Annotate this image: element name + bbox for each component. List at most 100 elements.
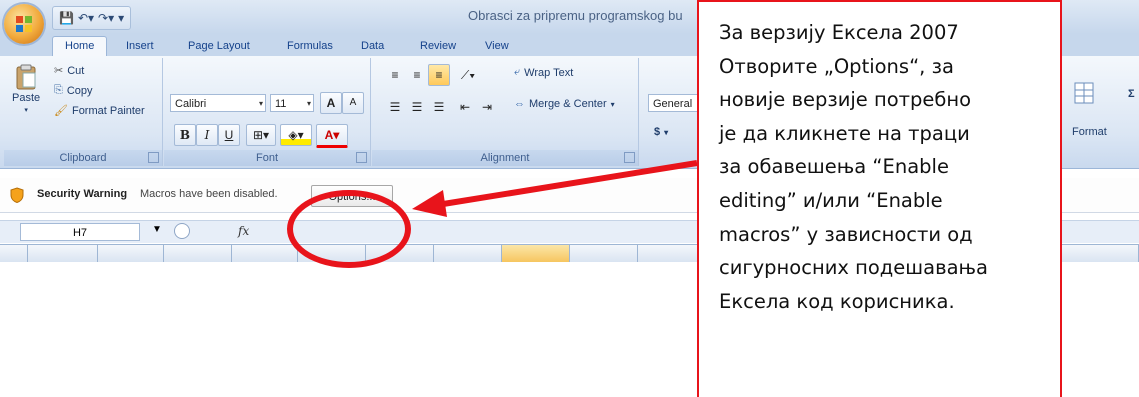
align-left-icon[interactable]: ☰ — [384, 96, 406, 118]
number-format-combo[interactable]: General — [648, 94, 704, 112]
column-header[interactable] — [164, 245, 232, 262]
cut-button[interactable]: ✂ Cut — [54, 64, 85, 78]
callout-line: За верзију Ексела 2007 — [719, 21, 959, 44]
column-header[interactable] — [28, 245, 98, 262]
underline-button[interactable]: U — [218, 124, 240, 146]
fill-color-button[interactable]: ◈▾ — [280, 124, 312, 146]
borders-button[interactable]: ⊞▾ — [246, 124, 276, 146]
format-button[interactable]: Format — [1072, 126, 1107, 138]
increase-indent-icon[interactable]: ⇥ — [476, 96, 498, 118]
font-name-value: Calibri — [175, 98, 207, 110]
currency-button[interactable]: $ ▾ — [654, 126, 668, 138]
column-header[interactable] — [434, 245, 502, 262]
format-painter-button[interactable]: 🖌 Format Painter — [54, 104, 145, 118]
merge-center-label: Merge & Center — [529, 98, 607, 110]
chevron-down-icon: ▾ — [664, 127, 669, 137]
tab-page-layout[interactable]: Page Layout — [188, 37, 250, 56]
name-box[interactable]: H7 — [20, 223, 140, 241]
security-warning-message: Macros have been disabled. — [140, 188, 278, 200]
callout-line: новије верзије потребно — [719, 88, 972, 112]
align-bottom-icon[interactable]: ≡ — [428, 64, 450, 86]
cells-group: Format Σ — [1060, 58, 1139, 166]
customize-qat-icon[interactable]: ▾ — [118, 11, 124, 25]
copy-button[interactable]: ⎘ Copy — [54, 84, 93, 97]
paste-button[interactable]: Paste ▾ — [12, 64, 40, 114]
tab-formulas[interactable]: Formulas — [287, 37, 333, 56]
merge-center-button[interactable]: ⇔ Merge & Center ▾ — [514, 98, 615, 110]
font-group-label: Font — [164, 150, 370, 166]
callout-line: сигурносних подешавања — [719, 256, 988, 280]
redo-icon[interactable]: ↷▾ — [98, 11, 114, 25]
quick-access-toolbar: 💾 ↶▾ ↷▾ ▾ — [52, 6, 132, 30]
tab-review[interactable]: Review — [420, 37, 456, 56]
shield-icon — [10, 187, 24, 203]
shrink-font-button[interactable]: A — [342, 92, 364, 114]
paste-dropdown-icon[interactable]: ▾ — [24, 106, 28, 114]
window-title: Obrasci za pripremu programskog bu — [468, 8, 683, 23]
wrap-text-label: Wrap Text — [524, 66, 574, 79]
font-size-value: 11 — [275, 98, 287, 110]
cut-label: Cut — [67, 64, 85, 77]
merge-center-icon: ⇔ — [514, 98, 525, 110]
format-painter-label: Format Painter — [71, 104, 145, 117]
insert-function-icon[interactable]: fx — [238, 224, 249, 238]
column-header-selected[interactable] — [502, 245, 570, 262]
office-logo-icon — [16, 16, 32, 32]
chevron-down-icon: ▾ — [258, 99, 263, 108]
column-header[interactable] — [570, 245, 638, 262]
security-warning-title: Security Warning — [37, 188, 128, 200]
font-group: Calibri ▾ 11 ▾ A A B I U ⊞▾ ◈▾ A▾ Font — [164, 58, 371, 166]
tab-home[interactable]: Home — [52, 36, 108, 56]
align-top-icon[interactable]: ≡ — [384, 64, 406, 86]
clipboard-launcher-icon[interactable] — [148, 152, 159, 163]
align-center-icon[interactable]: ☰ — [406, 96, 428, 118]
font-color-button[interactable]: A▾ — [316, 124, 348, 148]
column-header[interactable] — [232, 245, 298, 262]
callout-line: editing” и/или “Enable — [719, 188, 943, 212]
alignment-launcher-icon[interactable] — [624, 152, 635, 163]
format-cells-icon — [1074, 82, 1094, 104]
tab-insert[interactable]: Insert — [126, 37, 154, 56]
save-icon[interactable]: 💾 — [59, 11, 74, 25]
column-header[interactable] — [98, 245, 164, 262]
wrap-text-icon: ⤶ — [514, 66, 521, 78]
decrease-indent-icon[interactable]: ⇤ — [454, 96, 476, 118]
wrap-text-button[interactable]: ⤶ Wrap Text — [514, 66, 573, 79]
grow-font-button[interactable]: A — [320, 92, 342, 114]
undo-icon[interactable]: ↶▾ — [78, 11, 94, 25]
paint-bucket-icon: ◈▾ — [288, 128, 304, 142]
select-all-corner[interactable] — [0, 245, 28, 262]
bold-button[interactable]: B — [174, 124, 196, 146]
copy-icon: ⎘ — [54, 84, 63, 96]
borders-icon: ⊞▾ — [252, 128, 270, 142]
currency-label: $ — [654, 126, 661, 138]
clipboard-group: Paste ▾ ✂ Cut ⎘ Copy 🖌 Format Painter Cl… — [4, 58, 163, 166]
office-button[interactable] — [4, 4, 44, 44]
autosum-icon[interactable]: Σ — [1128, 88, 1135, 100]
cancel-entry-icon[interactable] — [174, 223, 190, 239]
font-launcher-icon[interactable] — [356, 152, 367, 163]
paste-icon — [16, 64, 36, 90]
tab-view[interactable]: View — [485, 37, 509, 56]
highlight-circle — [287, 190, 411, 268]
italic-button[interactable]: I — [196, 124, 218, 146]
align-middle-icon[interactable]: ≡ — [406, 64, 428, 86]
scissors-icon: ✂ — [54, 65, 64, 77]
column-header[interactable] — [1062, 245, 1139, 262]
font-name-combo[interactable]: Calibri ▾ — [170, 94, 266, 112]
callout-line: за обавешења “Enable — [719, 155, 949, 179]
chevron-down-icon[interactable]: ▼ — [152, 224, 162, 235]
callout-line: Отворите „Options“, за — [719, 54, 954, 78]
align-right-icon[interactable]: ☰ — [428, 96, 450, 118]
callout-line: је да кликнете на траци — [719, 121, 970, 145]
chevron-down-icon: ▾ — [610, 99, 615, 109]
orientation-icon[interactable]: ⟋▾ — [452, 64, 484, 86]
alignment-group: ≡ ≡ ≡ ⟋▾ ☰ ☰ ☰ ⇤ ⇥ ⤶ Wrap Text ⇔ Merge &… — [372, 58, 639, 166]
tab-data[interactable]: Data — [361, 37, 384, 56]
font-size-combo[interactable]: 11 ▾ — [270, 94, 314, 112]
chevron-down-icon: ▾ — [306, 99, 311, 108]
column-header[interactable] — [638, 245, 698, 262]
number-group: General $ ▾ — [640, 58, 704, 166]
clipboard-group-label: Clipboard — [4, 150, 162, 166]
callout-line: Ексела код корисника. — [719, 289, 955, 313]
